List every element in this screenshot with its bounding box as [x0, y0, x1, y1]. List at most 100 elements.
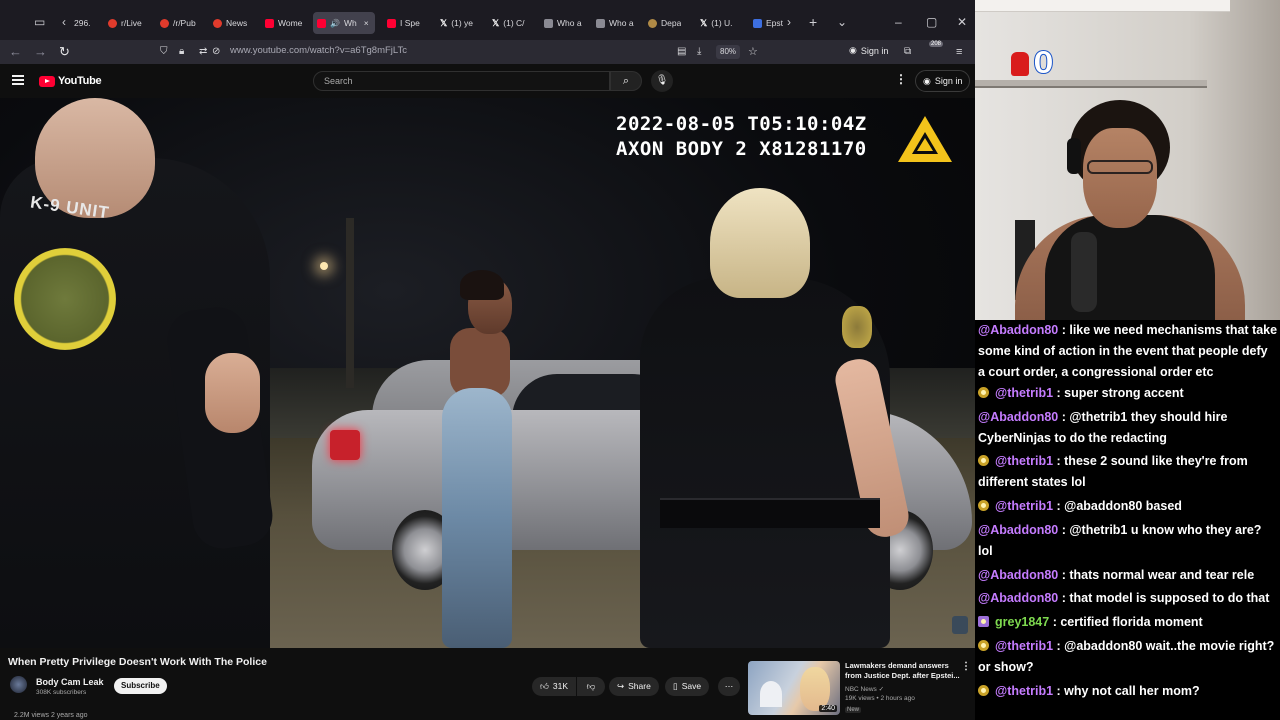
dislike-button[interactable]: 👎︎: [577, 677, 605, 696]
youtube-logo[interactable]: YouTube: [39, 75, 102, 87]
officer-belt: [660, 498, 880, 528]
tab-9[interactable]: Who a: [544, 12, 582, 34]
account-signin[interactable]: ◉ Sign in: [849, 45, 888, 56]
close-window-icon[interactable]: ✕: [957, 12, 967, 32]
settings-kebab-icon[interactable]: ⋮: [895, 72, 907, 86]
close-tab-icon[interactable]: ×: [364, 18, 369, 28]
chat-message: @Abaddon80 : @thetrib1 u know who they a…: [978, 520, 1278, 562]
forward-icon[interactable]: →: [34, 43, 47, 61]
capitol-dome: [760, 681, 782, 707]
hamburger-icon[interactable]: [12, 75, 24, 85]
reload-icon[interactable]: ↻: [59, 43, 70, 61]
tab-label: Who a: [557, 18, 582, 28]
tab-2[interactable]: /r/Pub: [160, 12, 196, 34]
police-patch: [14, 248, 116, 350]
tab-label: Wome: [278, 18, 303, 28]
share-button[interactable]: ↪ Share: [609, 677, 659, 696]
maximize-icon[interactable]: ▢: [926, 12, 937, 32]
chat-message: @Abaddon80 : like we need mechanisms tha…: [978, 320, 1278, 383]
subscribe-button[interactable]: Subscribe: [114, 678, 167, 694]
tab-3[interactable]: News: [213, 12, 247, 34]
tab-1[interactable]: r/Live: [108, 12, 142, 34]
chat-text: : thats normal wear and tear rele: [1058, 568, 1255, 582]
chat-username: @thetrib1: [995, 454, 1054, 468]
voice-search-button[interactable]: 🎙︎: [651, 70, 673, 92]
chat-username: @Abaddon80: [978, 410, 1059, 424]
url-field[interactable]: www.youtube.com/watch?v=a6Tg8mFjLTc: [230, 45, 407, 56]
extension-badge: 208: [929, 41, 944, 47]
tab-5-active[interactable]: 🔊 Wh ×: [313, 12, 375, 34]
reddit-icon: [213, 18, 222, 28]
recommended-channel-name: NBC News: [845, 686, 877, 693]
x-icon: 𝕏: [492, 17, 500, 28]
youtube-logo-icon: [39, 75, 55, 87]
speaker-icon[interactable]: 🔊: [330, 19, 340, 28]
tab-6[interactable]: I Spe: [387, 12, 420, 34]
chat-message: @thetrib1 : these 2 sound like they're f…: [978, 451, 1278, 493]
recommended-title[interactable]: Lawmakers demand answers from Justice De…: [845, 661, 963, 681]
chat-username: @thetrib1: [995, 386, 1054, 400]
youtube-icon: [387, 18, 396, 28]
browser-window: ▭ ‹ 296. r/Live /r/Pub News Wome 🔊 Wh × I …: [0, 0, 975, 720]
tab-4[interactable]: Wome: [265, 12, 302, 34]
tab-label: 296.: [74, 18, 91, 28]
screen: ▭ ‹ 296. r/Live /r/Pub News Wome 🔊 Wh × I …: [0, 0, 1280, 720]
extensions-icon[interactable]: ⧉: [904, 43, 911, 61]
youtube-icon: [265, 18, 274, 28]
tab-8[interactable]: 𝕏 (1) C/: [492, 12, 525, 34]
page-icon: [544, 18, 553, 28]
reader-view-icon[interactable]: ▤: [677, 43, 686, 61]
tab-0[interactable]: 296.: [74, 12, 91, 34]
bookmark-star-icon[interactable]: ☆: [748, 43, 758, 61]
channel-watermark-icon[interactable]: [952, 616, 968, 634]
page-icon: [596, 18, 605, 28]
youtube-header: YouTube Search ⌕ 🎙︎ ⋮ ◉ Sign in: [0, 64, 975, 98]
chevron-down-icon[interactable]: ⌄: [837, 12, 847, 32]
recommended-channel[interactable]: NBC News ✓: [845, 685, 884, 693]
channel-name[interactable]: Body Cam Leak: [36, 677, 104, 687]
download-icon[interactable]: ⤓: [697, 43, 701, 61]
video-player[interactable]: K-9 UNIT 2022-08-05 T05:10:04Z AXON BODY…: [0, 98, 975, 648]
more-actions-button[interactable]: ⋯: [718, 677, 740, 696]
youtube-logo-text: YouTube: [58, 75, 102, 87]
new-tab-icon[interactable]: +: [809, 12, 817, 32]
tab-label: (1) ye: [451, 18, 473, 28]
save-button[interactable]: ▯ Save: [665, 677, 710, 696]
microphone-icon: 🎙︎: [655, 75, 669, 86]
tab-11[interactable]: Depa: [648, 12, 681, 34]
autoplay-blocked-icon[interactable]: ⊘: [212, 43, 220, 61]
recommended-menu-icon[interactable]: ⋮: [961, 661, 971, 672]
car-taillight: [330, 430, 360, 460]
back-icon[interactable]: ←: [9, 43, 22, 61]
permissions-icon[interactable]: ⇄: [199, 43, 207, 61]
tab-list-icon[interactable]: ▭: [34, 12, 45, 32]
lock-icon[interactable]: 🔒︎: [179, 43, 184, 61]
tab-7[interactable]: 𝕏 (1) ye: [440, 12, 473, 34]
like-count: 31K: [552, 681, 569, 691]
share-label: Share: [628, 681, 651, 691]
minimize-icon[interactable]: –: [895, 12, 902, 32]
recommended-thumbnail[interactable]: 2:40: [748, 661, 840, 715]
scroll-tabs-left-icon[interactable]: ‹: [62, 12, 66, 32]
shield-icon[interactable]: ⛉: [160, 43, 168, 61]
signin-button[interactable]: ◉ Sign in: [915, 70, 971, 92]
new-badge: New: [845, 707, 862, 713]
search-button[interactable]: ⌕: [610, 71, 642, 91]
tab-10[interactable]: Who a: [596, 12, 634, 34]
officer-hair: [710, 188, 810, 298]
tab-label: r/Live: [121, 18, 142, 28]
scroll-tabs-right-icon[interactable]: ›: [787, 12, 791, 32]
tab-13[interactable]: Epst: [753, 12, 783, 34]
bookmark-icon: ▯: [673, 681, 678, 691]
channel-avatar[interactable]: [10, 676, 27, 693]
like-button[interactable]: 👍︎ 31K: [532, 677, 576, 696]
search-input[interactable]: Search: [313, 71, 610, 91]
more-icon: ⋯: [724, 681, 734, 691]
chat-message: @thetrib1 : @abaddon80 based: [978, 496, 1278, 517]
zoom-level[interactable]: 80%: [716, 45, 741, 59]
tab-label: Who a: [609, 18, 634, 28]
woman-hair: [460, 270, 504, 300]
tab-12[interactable]: 𝕏 (1) U.: [700, 12, 733, 34]
menu-icon[interactable]: ≡: [956, 43, 962, 61]
recommended-meta: 19K views • 2 hours ago: [845, 695, 915, 702]
